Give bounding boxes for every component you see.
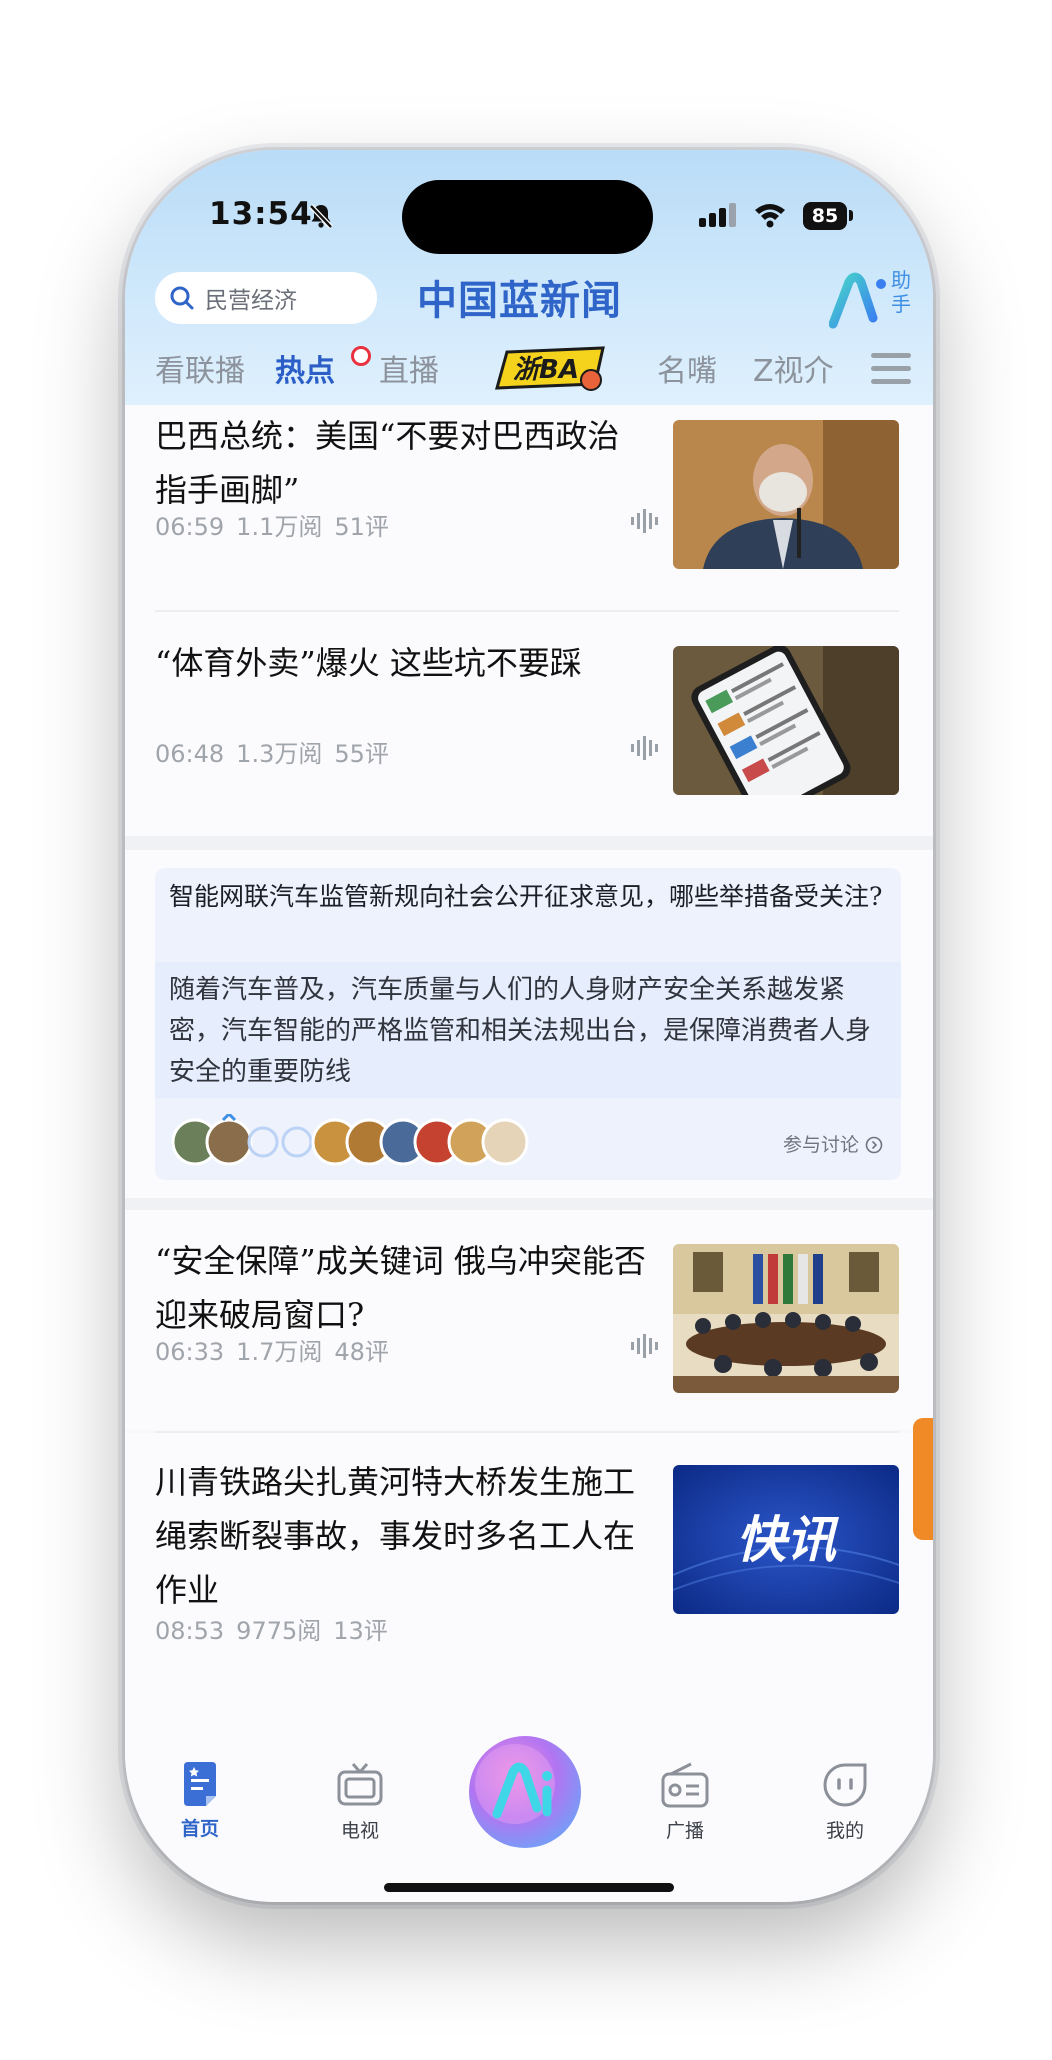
new-badge-dot	[351, 346, 371, 366]
tv-icon	[337, 1763, 383, 1806]
news-reads: 1.3万阅	[236, 740, 323, 768]
audio-play-icon[interactable]	[630, 1334, 660, 1358]
tabbar-radio[interactable]: 广播	[645, 1762, 725, 1843]
news-thumbnail[interactable]: 快讯	[673, 1465, 899, 1614]
menu-icon[interactable]	[871, 353, 911, 387]
tab-zshijie[interactable]: Z视介	[753, 346, 834, 390]
tab-kanlianbo[interactable]: 看联播	[155, 346, 245, 390]
topic-card[interactable]: 智能网联汽车监管新规向社会公开征求意见，哪些举措备受关注? 随着汽车普及，汽车质…	[155, 868, 901, 1180]
search-box[interactable]: 民营经济	[155, 272, 377, 324]
home-doc-icon	[184, 1762, 216, 1806]
cellular-signal-icon	[699, 203, 736, 227]
floating-promo-tab[interactable]	[913, 1418, 933, 1540]
news-thumbnail[interactable]	[673, 1244, 899, 1393]
news-comments: 13评	[333, 1617, 388, 1645]
news-time: 06:33	[155, 1338, 225, 1366]
battery-indicator: 85	[803, 202, 847, 230]
phone-screen: 13:54 85 民营经济 中国蓝新闻 助手 看联播 热点 直播 名嘴 Z视介 …	[125, 150, 933, 1902]
zheba-logo[interactable]: 浙BA	[493, 344, 613, 394]
search-icon	[170, 286, 194, 310]
join-discussion-label: 参与讨论	[783, 1134, 860, 1156]
section-gap	[125, 1198, 933, 1210]
chevron-right-circle-icon	[865, 1136, 883, 1154]
audio-play-icon[interactable]	[630, 736, 660, 760]
news-item[interactable]: 巴西总统：美国“不要对巴西政治指手画脚” 06:59 1.1万阅 51评	[125, 405, 933, 613]
news-item[interactable]: “安全保障”成关键词 俄乌冲突能否迎来破局窗口? 06:33 1.7万阅 48评	[125, 1210, 933, 1430]
news-title[interactable]: 川青铁路尖扎黄河特大桥发生施工绳索断裂事故，事发时多名工人在作业	[155, 1455, 647, 1617]
tabbar-home[interactable]: 首页	[160, 1762, 240, 1841]
status-time: 13:54	[209, 196, 313, 232]
assistant-label[interactable]: 助手	[891, 268, 911, 316]
tab-zhibo[interactable]: 直播	[379, 346, 439, 390]
news-thumbnail[interactable]	[673, 646, 899, 795]
news-reads: 1.7万阅	[236, 1338, 323, 1366]
news-time: 06:48	[155, 740, 225, 768]
topic-answer: 随着汽车普及，汽车质量与人们的人身财产安全关系越发紧密，汽车智能的严格监管和相关…	[169, 975, 872, 1087]
news-comments: 55评	[334, 740, 389, 768]
news-meta: 08:53 9775阅 13评	[155, 1611, 400, 1646]
news-title[interactable]: “安全保障”成关键词 俄乌冲突能否迎来破局窗口?	[155, 1234, 647, 1342]
news-meta: 06:59 1.1万阅 51评	[155, 507, 401, 542]
news-meta: 06:33 1.7万阅 48评	[155, 1332, 401, 1367]
app-header: 13:54 85 民营经济 中国蓝新闻 助手 看联播 热点 直播 名嘴 Z视介 …	[125, 150, 933, 405]
bell-muted-icon	[309, 204, 333, 229]
face-icon	[823, 1763, 867, 1807]
app-logo: 中国蓝新闻	[417, 277, 622, 324]
ai-center-icon[interactable]	[465, 1732, 585, 1852]
tabbar-label: 广播	[665, 1820, 704, 1842]
news-comments: 51评	[334, 513, 389, 541]
search-placeholder: 民营经济	[205, 288, 297, 314]
home-indicator[interactable]	[384, 1883, 674, 1892]
dynamic-island	[402, 180, 653, 254]
topic-question[interactable]: 智能网联汽车监管新规向社会公开征求意见，哪些举措备受关注?	[169, 880, 889, 914]
audio-play-icon[interactable]	[630, 509, 660, 533]
news-reads: 9775阅	[236, 1617, 322, 1645]
news-item[interactable]: “体育外卖”爆火 这些坑不要踩 06:48 1.3万阅 55评	[125, 612, 933, 836]
participant-avatars	[171, 1114, 529, 1166]
svg-text:浙BA: 浙BA	[513, 355, 579, 385]
section-gap	[125, 836, 933, 850]
join-discussion-button[interactable]: 参与讨论	[783, 1130, 883, 1157]
news-title[interactable]: “体育外卖”爆火 这些坑不要踩	[155, 636, 647, 690]
wifi-icon	[755, 204, 785, 228]
news-thumbnail[interactable]	[673, 420, 899, 569]
radio-icon	[661, 1762, 709, 1808]
svg-text:快讯: 快讯	[736, 1510, 839, 1569]
tabbar-label: 电视	[340, 1820, 379, 1842]
tabbar-label: 我的	[825, 1820, 864, 1842]
news-reads: 1.1万阅	[236, 513, 323, 541]
tab-mingzui[interactable]: 名嘴	[657, 346, 717, 390]
battery-tip	[849, 210, 853, 221]
tab-redian[interactable]: 热点	[275, 346, 335, 390]
topic-answer-box: 随着汽车普及，汽车质量与人们的人身财产安全关系越发紧密，汽车智能的严格监管和相关…	[155, 962, 901, 1098]
tabbar-mine[interactable]: 我的	[805, 1762, 885, 1843]
news-time: 06:59	[155, 513, 225, 541]
tabbar-tv[interactable]: 电视	[320, 1762, 400, 1843]
news-title[interactable]: 巴西总统：美国“不要对巴西政治指手画脚”	[155, 409, 647, 517]
bottom-tab-bar: 首页 电视 广播 我的	[125, 1710, 933, 1902]
news-time: 08:53	[155, 1617, 225, 1645]
news-item[interactable]: 川青铁路尖扎黄河特大桥发生施工绳索断裂事故，事发时多名工人在作业 08:53 97…	[125, 1433, 933, 1710]
tabbar-label: 首页	[180, 1818, 219, 1840]
news-comments: 48评	[334, 1338, 389, 1366]
news-meta: 06:48 1.3万阅 55评	[155, 734, 401, 769]
